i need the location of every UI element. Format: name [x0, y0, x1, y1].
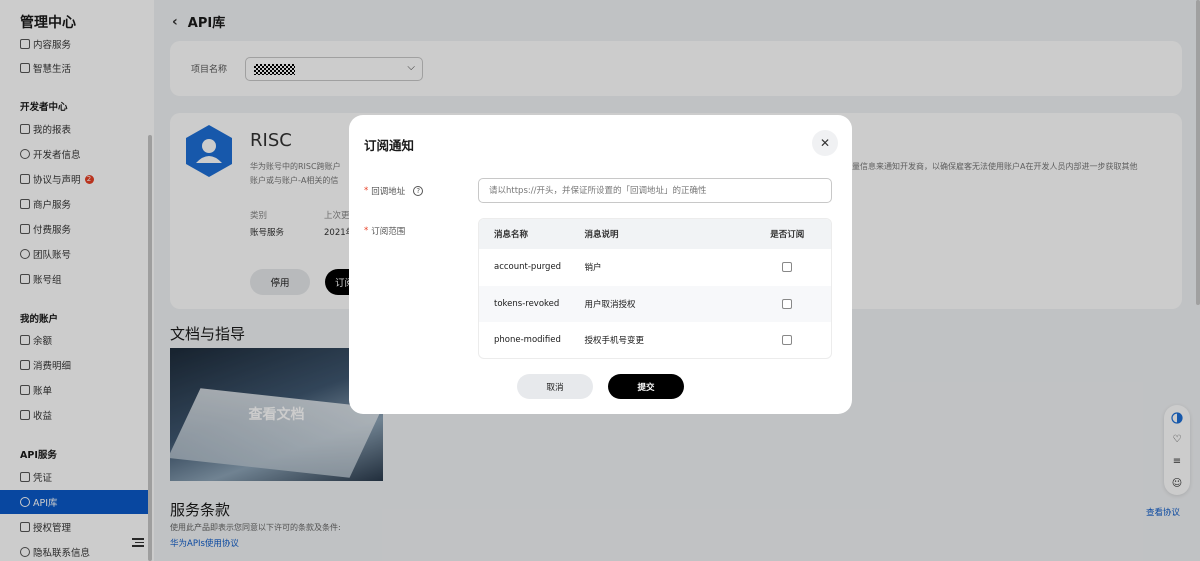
subscribe-checkbox[interactable] [782, 262, 793, 273]
subscribe-checkbox[interactable] [782, 298, 793, 309]
table-row: phone-modified 授权手机号变更 [479, 322, 831, 358]
message-description: 用户取消授权 [584, 299, 636, 310]
cancel-button[interactable]: 取消 [517, 374, 593, 399]
table-header: 消息名称 消息说明 是否订阅 [479, 219, 831, 249]
callback-url-label-text: 回调地址 [371, 187, 406, 197]
subscription-scope-label-text: 订阅范围 [371, 227, 406, 237]
column-header-description: 消息说明 [584, 230, 619, 240]
subscription-table: 消息名称 消息说明 是否订阅 account-purged 销户 tokens-… [478, 218, 832, 359]
message-description: 销户 [584, 263, 602, 274]
table-row: tokens-revoked 用户取消授权 [479, 285, 831, 322]
subscribe-checkbox[interactable] [782, 335, 793, 346]
close-icon[interactable]: ✕ [812, 130, 838, 156]
required-marker: * [364, 226, 369, 236]
callback-url-input[interactable] [478, 178, 832, 203]
message-name: account-purged [494, 262, 562, 273]
submit-button[interactable]: 提交 [608, 374, 684, 399]
help-icon[interactable]: ? [413, 186, 424, 196]
table-row: account-purged 销户 [479, 249, 831, 286]
column-header-name: 消息名称 [494, 230, 529, 240]
subscription-scope-label: * 订阅范围 [364, 225, 405, 237]
subscribe-notification-dialog: 订阅通知 ✕ * 回调地址 ? * 订阅范围 消息名称 消息说明 是否订阅 ac… [349, 115, 852, 414]
message-name: tokens-revoked [494, 298, 560, 309]
message-description: 授权手机号变更 [584, 336, 644, 347]
callback-url-label: * 回调地址 ? [364, 185, 424, 197]
required-marker: * [364, 186, 369, 196]
column-header-subscribe: 是否订阅 [770, 230, 805, 240]
message-name: phone-modified [494, 335, 561, 346]
dialog-title: 订阅通知 [364, 138, 415, 153]
